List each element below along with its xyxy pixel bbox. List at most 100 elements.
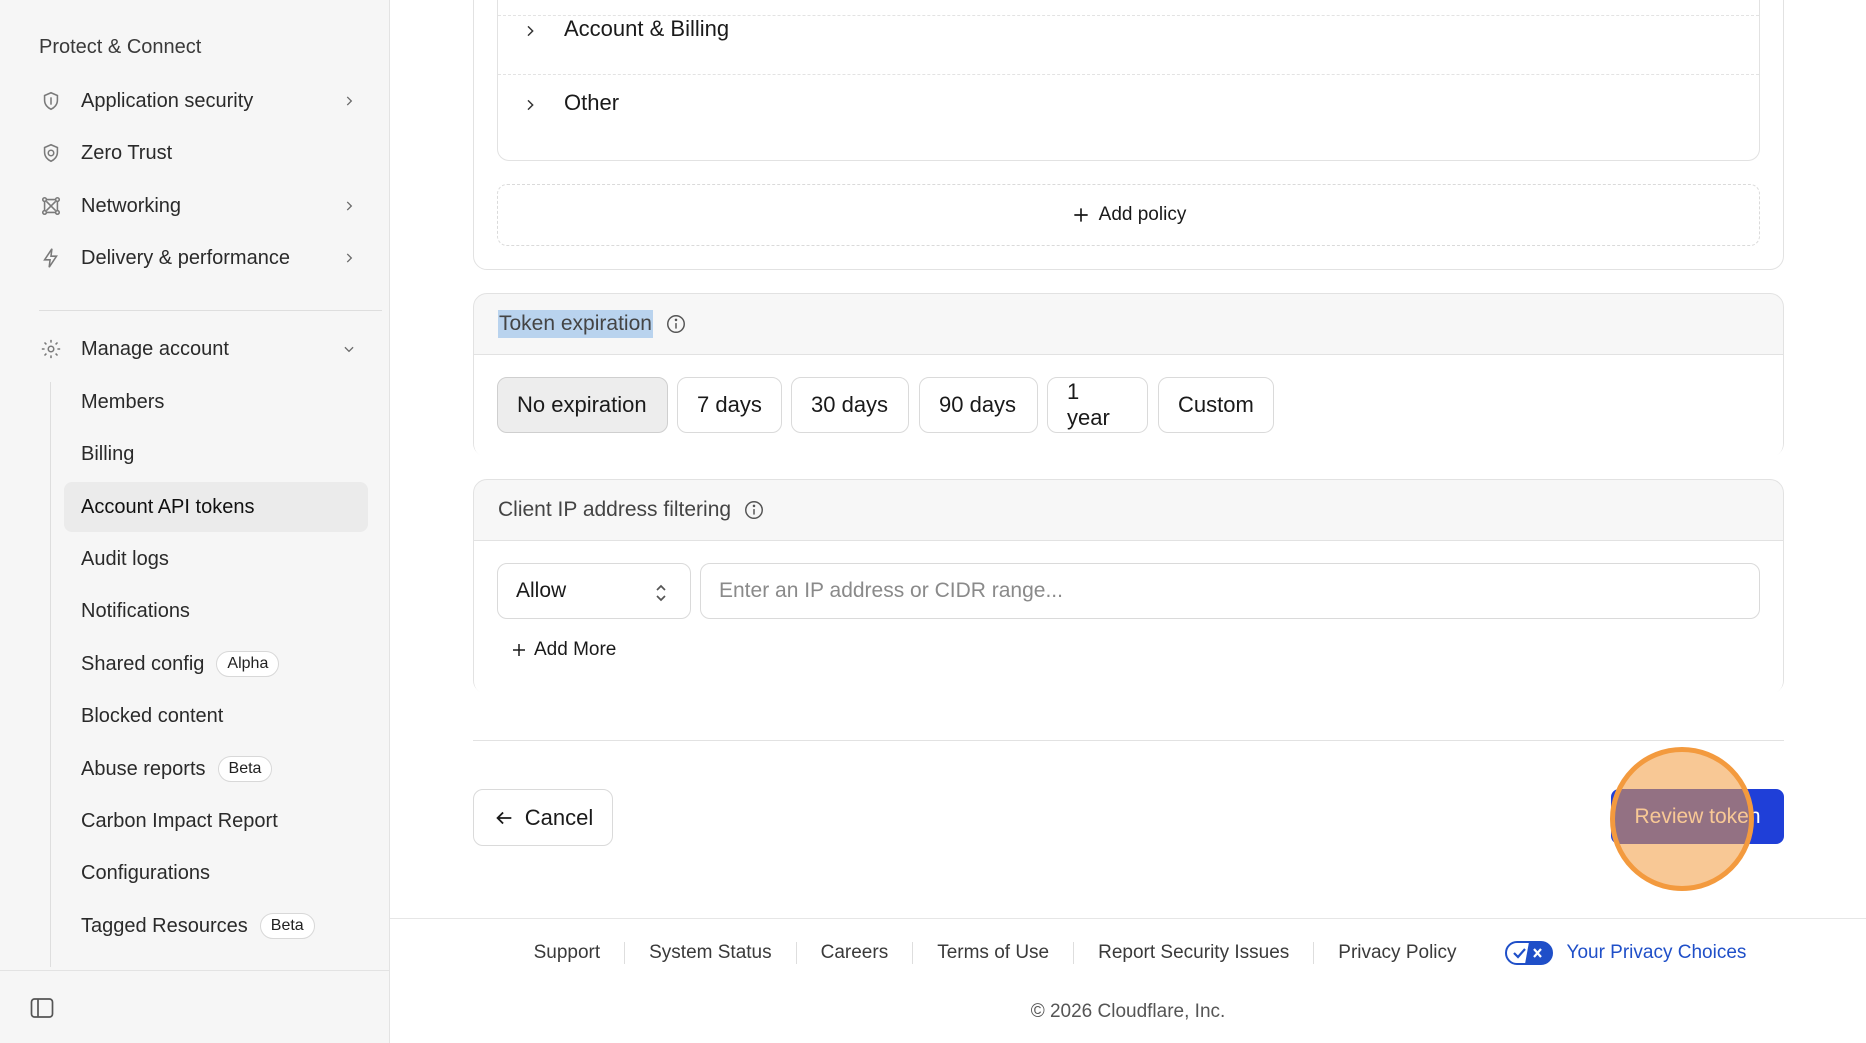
privacy-toggle-icon	[1504, 941, 1553, 965]
expiration-option-custom[interactable]: Custom	[1158, 377, 1274, 433]
accordion-row-label: Other	[564, 90, 620, 115]
shield-icon	[39, 89, 63, 113]
sidebar-item-label: Billing	[81, 442, 135, 465]
sidebar-item-label: Blocked content	[81, 704, 224, 727]
chevron-right-icon	[522, 93, 542, 113]
token-expiration-title: Token expiration	[498, 310, 653, 338]
network-icon	[39, 194, 63, 218]
footer-link-report-security-issues[interactable]: Report Security Issues	[1074, 942, 1315, 964]
expiration-option-7-days[interactable]: 7 days	[677, 377, 782, 433]
sidebar-item-networking[interactable]: Networking	[39, 186, 359, 226]
zero-trust-icon	[39, 141, 63, 165]
review-token-button[interactable]: Review token	[1611, 789, 1784, 844]
sidebar-item-application-security[interactable]: Application security	[39, 81, 359, 121]
sidebar-divider	[39, 310, 382, 311]
info-icon[interactable]	[743, 499, 765, 521]
ip-filtering-header: Client IP address filtering	[474, 480, 1783, 540]
sidebar-item-delivery-performance[interactable]: Delivery & performance	[39, 238, 359, 278]
sidebar-item-label: Delivery & performance	[81, 246, 290, 269]
sidebar-item-label: Account API tokens	[81, 495, 255, 518]
submenu-tree-line	[50, 382, 51, 967]
expiration-option-1-year[interactable]: 1 year	[1047, 377, 1148, 433]
review-token-label: Review token	[1634, 804, 1761, 828]
add-more-button[interactable]: Add More	[510, 639, 616, 661]
chevron-right-icon	[522, 19, 542, 39]
chevron-right-icon	[339, 196, 359, 216]
expiration-option-90-days[interactable]: 90 days	[919, 377, 1038, 433]
privacy-choices-label: Your Privacy Choices	[1566, 942, 1747, 963]
ip-filtering-title: Client IP address filtering	[498, 498, 732, 521]
token-expiration-panel: Token expiration No expiration 7 days 30…	[473, 293, 1784, 458]
lightning-icon	[39, 246, 63, 270]
add-policy-label: Add policy	[1098, 204, 1187, 225]
sidebar-item-label: Shared config	[81, 652, 205, 675]
beta-badge: Beta	[217, 756, 273, 782]
add-policy-button[interactable]: Add policy	[497, 184, 1760, 246]
ip-rule-select-value: Allow	[516, 579, 567, 602]
sidebar-item-label: Audit logs	[81, 547, 169, 570]
sidebar-item-audit-logs[interactable]: Audit logs	[64, 534, 368, 584]
sidebar-item-label: Zero Trust	[81, 141, 173, 164]
sidebar-item-billing[interactable]: Billing	[64, 429, 368, 479]
expiration-option-30-days[interactable]: 30 days	[791, 377, 909, 433]
plus-icon	[1071, 205, 1091, 225]
beta-badge: Beta	[259, 913, 315, 939]
select-updown-icon	[654, 582, 668, 604]
cancel-button[interactable]: Cancel	[473, 789, 613, 846]
sidebar-item-zero-trust[interactable]: Zero Trust	[39, 133, 359, 173]
ip-address-input[interactable]	[700, 563, 1760, 619]
sidebar-item-label: Configurations	[81, 861, 210, 884]
sidebar: Protect & Connect Application security Z…	[0, 0, 390, 1043]
sidebar-item-notifications[interactable]: Notifications	[64, 586, 368, 636]
footer-link-support[interactable]: Support	[510, 942, 626, 964]
privacy-choices-link[interactable]: Your Privacy Choices	[1481, 941, 1747, 965]
sidebar-item-label: Notifications	[81, 599, 190, 622]
permissions-card: Account & Billing Other Add policy	[473, 0, 1784, 270]
token-expiration-header: Token expiration	[474, 294, 1783, 354]
sidebar-item-label: Tagged Resources	[81, 914, 248, 937]
cancel-label: Cancel	[524, 804, 594, 830]
ip-filtering-panel: Client IP address filtering Allow Enter …	[473, 479, 1784, 695]
footer-links: Support System Status Careers Terms of U…	[390, 919, 1866, 987]
section-heading: Protect & Connect	[39, 36, 202, 58]
sidebar-toggle-icon[interactable]	[30, 997, 54, 1019]
alpha-badge: Alpha	[216, 651, 280, 677]
ip-rule-select[interactable]: Allow	[497, 563, 691, 619]
app-root: Protect & Connect Application security Z…	[0, 0, 1866, 1043]
copyright-text: © 2026 Cloudflare, Inc.	[1030, 1001, 1226, 1022]
sidebar-item-members[interactable]: Members	[64, 377, 368, 427]
footer-link-terms-of-use[interactable]: Terms of Use	[913, 942, 1075, 964]
policy-accordion: Account & Billing Other	[497, 0, 1760, 161]
sidebar-item-label: Manage account	[81, 337, 229, 360]
sidebar-item-label: Carbon Impact Report	[81, 809, 278, 832]
sidebar-item-manage-account[interactable]: Manage account	[39, 329, 359, 369]
footer-link-privacy-policy[interactable]: Privacy Policy	[1314, 942, 1480, 964]
sidebar-item-tagged-resources[interactable]: Tagged Resources Beta	[64, 901, 368, 951]
sidebar-item-label: Networking	[81, 194, 182, 217]
sidebar-item-abuse-reports[interactable]: Abuse reports Beta	[64, 744, 368, 794]
token-expiration-options: No expiration 7 days 30 days 90 days 1 y…	[474, 354, 1783, 458]
accordion-row-other[interactable]: Other	[498, 67, 1759, 139]
chevron-right-icon	[339, 248, 359, 268]
chevron-down-icon	[339, 339, 359, 359]
page-footer: Support System Status Careers Terms of U…	[390, 918, 1866, 1043]
chevron-right-icon	[339, 91, 359, 111]
sidebar-bottom-bar	[0, 970, 390, 1043]
sidebar-item-carbon-impact-report[interactable]: Carbon Impact Report	[64, 796, 368, 846]
expiration-option-no-expiration[interactable]: No expiration	[497, 377, 668, 433]
footer-link-system-status[interactable]: System Status	[625, 942, 797, 964]
plus-icon	[510, 641, 528, 659]
footer-link-careers[interactable]: Careers	[797, 942, 914, 964]
gear-icon	[39, 337, 63, 361]
sidebar-item-shared-config[interactable]: Shared config Alpha	[64, 639, 368, 689]
sidebar-item-blocked-content[interactable]: Blocked content	[64, 691, 368, 741]
sidebar-item-account-api-tokens[interactable]: Account API tokens	[64, 482, 368, 532]
add-more-label: Add More	[534, 639, 617, 660]
main-content: Account & Billing Other Add policy Token…	[390, 0, 1866, 1043]
sidebar-item-configurations[interactable]: Configurations	[64, 848, 368, 898]
actions-divider	[473, 740, 1784, 741]
sidebar-item-label: Abuse reports	[81, 757, 206, 780]
sidebar-item-label: Members	[81, 390, 165, 413]
accordion-row-account-billing[interactable]: Account & Billing	[498, 0, 1759, 65]
info-icon[interactable]	[665, 313, 687, 335]
